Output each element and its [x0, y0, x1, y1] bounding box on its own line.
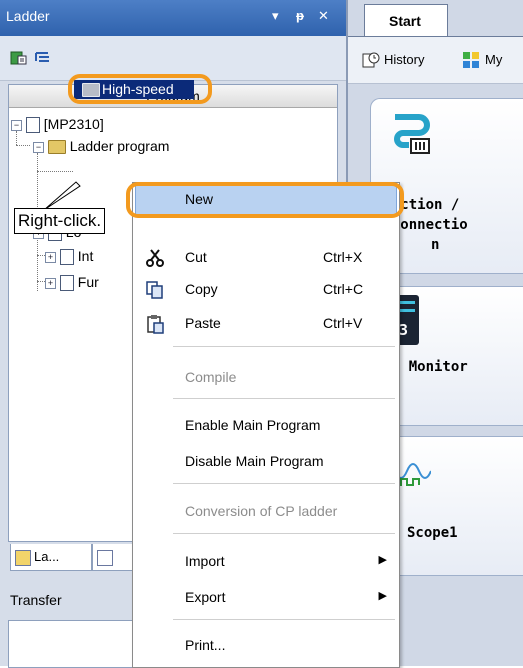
history-label[interactable]: History	[384, 52, 424, 67]
menu-item-conversion-cp-ladder: Conversion of CP ladder	[133, 495, 399, 529]
menu-item-label: Print...	[185, 637, 226, 653]
highlight-oval	[126, 182, 404, 218]
tree-item-label: Fur	[77, 274, 99, 290]
menu-item-paste[interactable]: Paste Ctrl+V	[133, 307, 399, 341]
ladder-titlebar: Ladder ▾ ᵽ ✕	[0, 0, 346, 36]
tree-item-function[interactable]: + Fur	[45, 271, 99, 293]
menu-separator	[173, 398, 395, 399]
new-program-icon[interactable]	[10, 50, 28, 66]
tab-other[interactable]	[92, 544, 134, 571]
tab-ladder[interactable]: La...	[10, 544, 92, 571]
shortcut-label: Ctrl+X	[323, 249, 363, 265]
menu-item-print[interactable]: Print...	[133, 629, 399, 663]
ladder-tab-icon	[15, 549, 31, 566]
menu-item-enable-main-program[interactable]: Enable Main Program	[133, 409, 399, 443]
submenu-arrow-icon: ▶	[378, 554, 387, 566]
pin-icon[interactable]: ᵽ	[296, 8, 304, 23]
my-label[interactable]: My	[485, 52, 502, 67]
menu-item-label: Compile	[185, 369, 237, 385]
tree-connector	[37, 171, 73, 172]
folder-icon	[47, 140, 66, 155]
ladder-title: Ladder	[6, 8, 50, 24]
paste-icon	[147, 315, 164, 334]
tree-item-label: [MP2310]	[43, 116, 104, 132]
history-icon[interactable]	[362, 51, 380, 69]
highlight-oval	[68, 74, 212, 104]
menu-item-label: Import	[185, 553, 225, 569]
menu-item-label: Paste	[185, 315, 221, 331]
connection-icon	[394, 114, 430, 154]
menu-separator	[173, 483, 395, 484]
menu-separator	[173, 619, 395, 620]
tree-item-root[interactable]: − [MP2310]	[11, 113, 104, 135]
menu-item-label: Disable Main Program	[185, 453, 324, 469]
tree-view-icon[interactable]	[34, 50, 52, 66]
tab-start[interactable]: Start	[364, 4, 448, 36]
tile-label: Scope1	[407, 525, 458, 541]
menu-item-copy[interactable]: Copy Ctrl+C	[133, 273, 399, 307]
menu-item-label: Enable Main Program	[185, 417, 321, 433]
shortcut-label: Ctrl+C	[323, 281, 364, 297]
context-menu: New Cut Ctrl+X Copy Ctrl+C Paste Ctrl+V …	[132, 182, 400, 668]
expand-icon[interactable]: +	[45, 251, 56, 263]
menu-separator	[173, 346, 395, 347]
copy-icon	[146, 281, 163, 299]
expand-icon[interactable]: +	[45, 277, 56, 289]
scissors-icon	[146, 249, 164, 267]
menu-item-compile: Compile	[133, 361, 399, 395]
program-icon	[59, 275, 74, 292]
menu-item-disable-main-program[interactable]: Disable Main Program	[133, 445, 399, 479]
menu-item-cut[interactable]: Cut Ctrl+X	[133, 241, 399, 275]
collapse-icon[interactable]: −	[11, 119, 22, 131]
shortcut-label: Ctrl+V	[323, 315, 363, 331]
start-toolbar: History My	[348, 36, 523, 84]
tree-item-ladder-program[interactable]: − Ladder program	[33, 135, 169, 157]
tree-connector	[16, 145, 30, 146]
right-click-callout: Right-click.	[14, 208, 106, 234]
close-icon[interactable]: ✕	[318, 8, 329, 24]
program-icon	[59, 249, 74, 266]
tree-item-label: Int	[77, 248, 94, 264]
tree-item-interrupt[interactable]: + Int	[45, 245, 93, 267]
tree-item-label: Ladder program	[69, 138, 170, 154]
collapse-icon[interactable]: −	[33, 141, 44, 153]
panel-dropdown-icon[interactable]: ▾	[272, 8, 279, 24]
my-icon[interactable]	[462, 51, 480, 69]
menu-item-label: Copy	[185, 281, 218, 297]
tab-label: La...	[34, 549, 60, 564]
menu-item-label: Export	[185, 589, 226, 605]
transfer-label: Transfer	[10, 592, 62, 608]
module-tab-icon	[97, 549, 113, 566]
submenu-arrow-icon: ▶	[378, 590, 387, 602]
menu-item-export[interactable]: Export ▶	[133, 581, 399, 615]
menu-item-import[interactable]: Import ▶	[133, 545, 399, 579]
menu-item-label: Cut	[185, 249, 207, 265]
menu-separator	[173, 533, 395, 534]
controller-icon	[25, 117, 40, 134]
menu-item-label: Conversion of CP ladder	[185, 503, 338, 519]
